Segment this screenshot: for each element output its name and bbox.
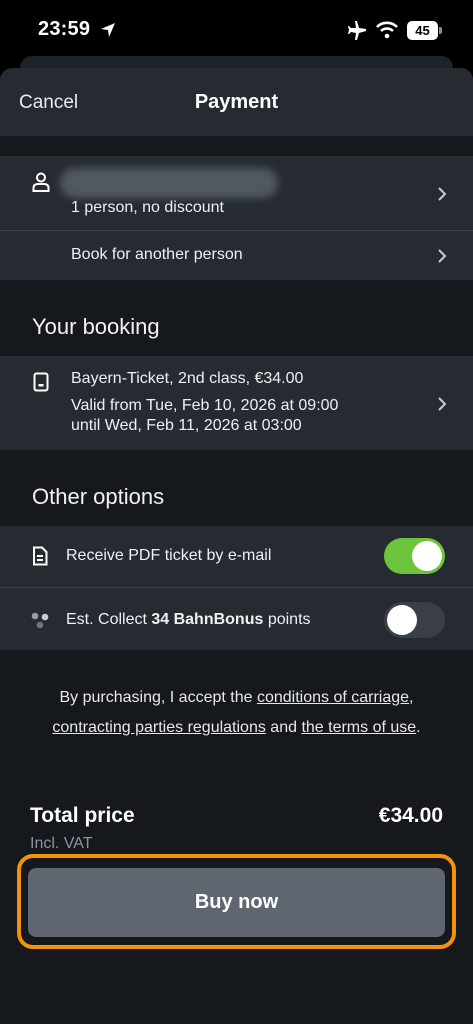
bahnbonus-points: 34 BahnBonus [151, 611, 264, 628]
terms-of-use-link[interactable]: the terms of use [301, 719, 416, 736]
bonus-dots-icon [31, 612, 49, 629]
other-options-heading: Other options [32, 484, 165, 509]
book-another-person-row[interactable]: Book for another person [0, 231, 473, 280]
valid-from: Valid from Tue, Feb 10, 2026 at 09:00 [71, 397, 339, 414]
pdf-ticket-toggle[interactable] [384, 538, 445, 574]
ticket-phone-icon [33, 372, 49, 392]
chevron-right-icon [438, 187, 447, 201]
airplane-icon [348, 21, 366, 40]
valid-until: until Wed, Feb 11, 2026 at 03:00 [71, 417, 302, 434]
bahnbonus-prefix: Est. Collect [66, 611, 152, 628]
legal-text: By purchasing, I accept the conditions o… [30, 683, 443, 743]
bahnbonus-suffix: points [263, 611, 311, 628]
toggle-knob [412, 541, 442, 571]
toggle-knob [387, 605, 417, 635]
vat-note: Incl. VAT [30, 835, 93, 852]
chevron-right-icon [438, 397, 447, 411]
location-arrow-icon [101, 23, 115, 37]
ticket-name: Bayern-Ticket, 2nd class, €34.00 [71, 370, 304, 387]
buy-now-button[interactable]: Buy now [28, 868, 445, 937]
status-time: 23:59 [38, 18, 91, 40]
legal-prefix: By purchasing, I accept the [59, 689, 257, 706]
conditions-of-carriage-link[interactable]: conditions of carriage [257, 689, 409, 706]
total-price-label: Total price [30, 804, 135, 827]
chevron-right-icon [438, 249, 447, 263]
contracting-parties-link[interactable]: contracting parties regulations [52, 719, 265, 736]
pdf-ticket-label: Receive PDF ticket by e-mail [66, 547, 272, 564]
bahnbonus-label: Est. Collect 34 BahnBonus points [66, 611, 311, 629]
bahnbonus-toggle[interactable] [384, 602, 445, 638]
battery-nub [439, 27, 442, 34]
booking-row[interactable]: Bayern-Ticket, 2nd class, €34.00 Valid f… [0, 356, 473, 450]
bahnbonus-row: Est. Collect 34 BahnBonus points [0, 588, 473, 650]
wifi-icon [376, 21, 398, 39]
payment-sheet: Cancel Payment 1 person, no discount Boo… [0, 68, 473, 1024]
status-bar: 23:59 45 [0, 0, 473, 64]
total-price-value: €34.00 [378, 804, 443, 827]
pdf-ticket-row: Receive PDF ticket by e-mail [0, 526, 473, 587]
traveler-discount: 1 person, no discount [71, 199, 224, 216]
battery-indicator: 45 [407, 21, 438, 40]
legal-end: . [416, 719, 421, 736]
legal-and: and [265, 719, 302, 736]
legal-sep: , [409, 689, 414, 706]
document-icon [33, 546, 48, 566]
navigation-bar: Cancel Payment [0, 68, 473, 136]
your-booking-heading: Your booking [32, 314, 160, 339]
book-another-person-label: Book for another person [71, 246, 243, 263]
traveler-row[interactable]: 1 person, no discount [0, 156, 473, 230]
page-title: Payment [194, 91, 279, 113]
person-icon [32, 172, 50, 192]
traveler-name-redacted [60, 168, 278, 198]
